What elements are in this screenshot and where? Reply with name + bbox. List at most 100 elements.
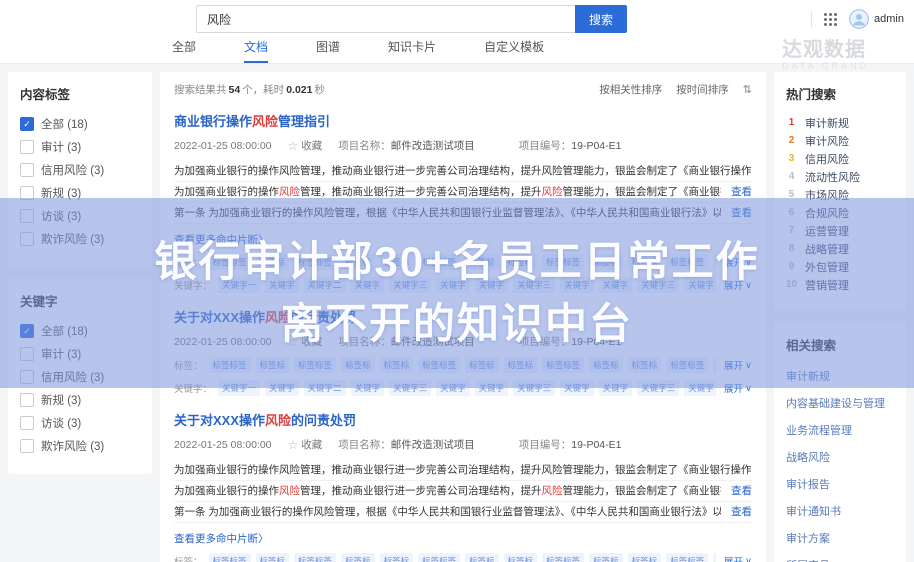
tag-chip[interactable]: 标签标签 <box>418 357 460 373</box>
tag-chip[interactable]: 标签标签 <box>666 553 708 562</box>
keyword-chip[interactable]: 关键字二 <box>304 277 346 293</box>
checkbox-icon[interactable] <box>20 393 34 407</box>
tab-graph[interactable]: 图谱 <box>316 38 340 63</box>
tag-chip[interactable]: 标签标 <box>504 357 538 373</box>
checkbox-icon[interactable] <box>20 439 34 453</box>
related-search-link[interactable]: 所属产品 <box>786 557 894 562</box>
keyword-chip[interactable]: 关键字 <box>265 277 299 293</box>
keyword-chip[interactable]: 关键字一 <box>218 277 260 293</box>
keyword-chip[interactable]: 关键字 <box>599 380 633 396</box>
search-button[interactable]: 搜索 <box>575 5 627 33</box>
filter-option[interactable]: 审计 (3) <box>20 347 140 361</box>
related-search-link[interactable]: 审计报告 <box>786 476 894 492</box>
keyword-chip[interactable]: 关键字三 <box>389 380 431 396</box>
expand-link[interactable]: 展开∨ <box>724 255 752 269</box>
tag-chip[interactable]: 标签标签 <box>209 553 251 562</box>
view-link[interactable]: 查看 <box>731 203 752 223</box>
checkbox-icon[interactable]: ✓ <box>20 324 34 338</box>
tag-chip[interactable]: 标签标 <box>589 357 623 373</box>
tab-templates[interactable]: 自定义模板 <box>484 38 544 63</box>
favorite-button[interactable]: ☆收藏 <box>288 334 323 349</box>
hot-search-item[interactable]: 9外包管理 <box>786 261 894 272</box>
tag-chip[interactable]: 标签标 <box>256 357 290 373</box>
tag-chip[interactable]: 标签标签 <box>666 357 708 373</box>
related-search-link[interactable]: 内容基础建设与管理 <box>786 395 894 411</box>
tag-chip[interactable]: 标签标签 <box>542 553 584 562</box>
filter-option[interactable]: 欺诈风险 (3) <box>20 232 140 246</box>
hot-search-item[interactable]: 6合规风险 <box>786 207 894 218</box>
filter-option[interactable]: 访谈 (3) <box>20 209 140 223</box>
tag-chip[interactable]: 标签标 <box>256 254 290 270</box>
checkbox-icon[interactable] <box>20 416 34 430</box>
tag-chip[interactable]: 标签标 <box>504 553 538 562</box>
apps-grid-icon[interactable] <box>824 13 837 26</box>
tag-chip[interactable]: 标签标 <box>465 254 499 270</box>
hot-search-item[interactable]: 7运营管理 <box>786 225 894 236</box>
checkbox-icon[interactable] <box>20 163 34 177</box>
tag-chip[interactable]: 标签标 <box>589 553 623 562</box>
keyword-chip[interactable]: 关键字三 <box>637 380 679 396</box>
view-link[interactable]: 查看 <box>731 182 752 202</box>
view-link[interactable]: 查看 <box>731 481 752 501</box>
keyword-chip[interactable]: 关键字三 <box>637 277 679 293</box>
keyword-chip[interactable]: 关键字三 <box>513 277 555 293</box>
tag-chip[interactable]: 标签标 <box>465 553 499 562</box>
filter-option[interactable]: 欺诈风险 (3) <box>20 439 140 453</box>
filter-option[interactable]: 审计 (3) <box>20 140 140 154</box>
checkbox-icon[interactable] <box>20 209 34 223</box>
filter-option[interactable]: ✓全部 (18) <box>20 324 140 338</box>
related-search-link[interactable]: 审计通知书 <box>786 503 894 519</box>
keyword-chip[interactable]: 关键字 <box>351 277 385 293</box>
tag-chip[interactable]: 标签标签 <box>209 357 251 373</box>
checkbox-icon[interactable] <box>20 186 34 200</box>
favorite-button[interactable]: ☆收藏 <box>288 437 323 452</box>
hot-search-item[interactable]: 1审计新规 <box>786 117 894 128</box>
keyword-chip[interactable]: 关键字 <box>599 277 633 293</box>
tab-all[interactable]: 全部 <box>172 38 196 63</box>
tag-chip[interactable]: 标签标 <box>628 357 662 373</box>
tag-chip[interactable]: 标签标签 <box>418 254 460 270</box>
filter-option[interactable]: 访谈 (3) <box>20 416 140 430</box>
tag-chip[interactable]: 标签标签 <box>542 254 584 270</box>
filter-option[interactable]: 新规 (3) <box>20 393 140 407</box>
checkbox-icon[interactable] <box>20 140 34 154</box>
keyword-chip[interactable]: 关键字 <box>560 380 594 396</box>
tag-chip[interactable]: 标签标 <box>589 254 623 270</box>
related-search-link[interactable]: 战略风险 <box>786 449 894 465</box>
keyword-chip[interactable]: 关键字 <box>436 277 470 293</box>
keyword-chip[interactable]: 关键字 <box>436 380 470 396</box>
hot-search-item[interactable]: 2审计风险 <box>786 135 894 146</box>
tag-chip[interactable]: 标签标签 <box>418 553 460 562</box>
keyword-chip[interactable]: 关键字 <box>475 277 509 293</box>
related-search-link[interactable]: 审计新规 <box>786 368 894 384</box>
sort-icon[interactable]: ⇅ <box>743 83 752 96</box>
tag-chip[interactable]: 标签标 <box>713 553 716 562</box>
keyword-chip[interactable]: 关键字三 <box>513 380 555 396</box>
filter-option[interactable]: ✓全部 (18) <box>20 117 140 131</box>
hot-search-item[interactable]: 5市场风险 <box>786 189 894 200</box>
result-title-link[interactable]: 关于对XXX操作风险的问责处罚 <box>174 307 752 326</box>
tag-chip[interactable]: 标签标 <box>341 254 375 270</box>
tag-chip[interactable]: 标签标签 <box>666 254 708 270</box>
tag-chip[interactable]: 标签标 <box>341 553 375 562</box>
favorite-button[interactable]: ☆收藏 <box>288 138 323 153</box>
view-more-snippets-link[interactable]: 查看更多命中片断〉 <box>174 232 752 247</box>
tag-chip[interactable]: 标签标 <box>713 357 716 373</box>
tag-chip[interactable]: 标签标签 <box>542 357 584 373</box>
expand-link[interactable]: 展开∨ <box>724 381 752 395</box>
view-link[interactable]: 查看 <box>731 502 752 522</box>
checkbox-icon[interactable] <box>20 347 34 361</box>
keyword-chip[interactable]: 关键字 <box>684 277 716 293</box>
keyword-chip[interactable]: 关键字 <box>684 380 716 396</box>
keyword-chip[interactable]: 关键字 <box>265 380 299 396</box>
search-input[interactable] <box>196 5 575 33</box>
filter-option[interactable]: 新规 (3) <box>20 186 140 200</box>
expand-link[interactable]: 展开∨ <box>724 554 752 562</box>
tag-chip[interactable]: 标签标 <box>504 254 538 270</box>
sort-by-relevance[interactable]: 按相关性排序 <box>599 82 662 97</box>
tag-chip[interactable]: 标签标签 <box>294 553 336 562</box>
keyword-chip[interactable]: 关键字三 <box>389 277 431 293</box>
checkbox-icon[interactable]: ✓ <box>20 117 34 131</box>
checkbox-icon[interactable] <box>20 232 34 246</box>
result-title-link[interactable]: 商业银行操作风险管理指引 <box>174 111 752 130</box>
